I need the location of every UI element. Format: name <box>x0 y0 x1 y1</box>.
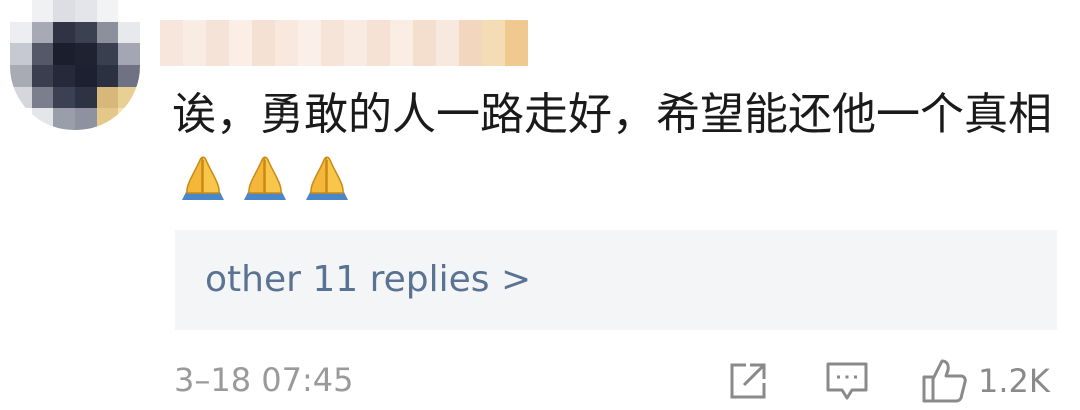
username-blurred[interactable] <box>160 20 528 66</box>
share-icon <box>730 363 766 399</box>
more-replies-link[interactable]: other 11 replies > <box>205 256 531 304</box>
share-button[interactable] <box>726 356 774 406</box>
timestamp: 3–18 07:45 <box>174 361 354 399</box>
comment-text: 诶，勇敢的人一路走好，希望能还他一个真相 <box>172 82 1052 217</box>
emoji-group <box>174 148 356 204</box>
folded-hands-emoji <box>306 156 348 200</box>
comment-icon <box>826 362 868 400</box>
thumbs-up-icon <box>922 359 967 403</box>
comment-button[interactable] <box>824 356 872 406</box>
like-button[interactable]: 1.2K <box>920 356 1050 406</box>
comment-body: 诶，勇敢的人一路走好，希望能还他一个真相 <box>172 89 1052 140</box>
like-count: 1.2K <box>978 362 1050 400</box>
folded-hands-emoji <box>244 156 286 200</box>
avatar[interactable] <box>10 0 140 130</box>
folded-hands-emoji <box>182 156 224 200</box>
